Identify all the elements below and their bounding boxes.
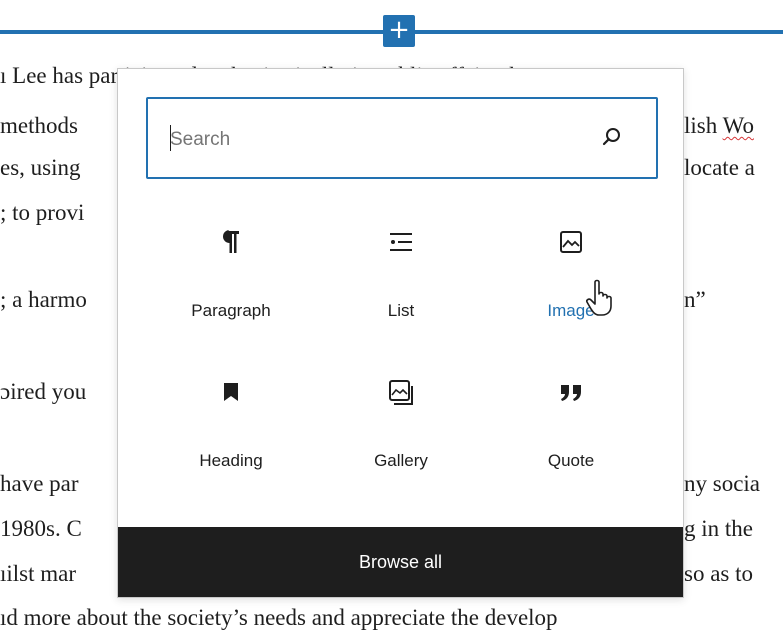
editor-text-line-right: g in the xyxy=(684,516,753,541)
block-label: Image xyxy=(547,301,595,320)
search-icon[interactable] xyxy=(600,125,624,149)
editor-text-line-right: locate a xyxy=(684,155,755,180)
quote-icon xyxy=(561,385,581,401)
block-label: Heading xyxy=(199,451,263,470)
list-icon xyxy=(390,233,412,251)
editor-text-line-right: n” xyxy=(684,287,706,312)
image-icon xyxy=(560,231,582,253)
inserter-plus-button[interactable]: + xyxy=(383,15,415,47)
editor-text-fragment: lish xyxy=(684,113,723,138)
block-list[interactable]: List xyxy=(316,219,486,339)
browse-all-button[interactable]: Browse all xyxy=(118,527,683,597)
editor-text-line-right: so as to xyxy=(684,561,753,586)
editor-text-line: ıd more about the society’s needs and ap… xyxy=(0,605,558,630)
paragraph-icon xyxy=(223,230,239,253)
gallery-icon xyxy=(389,380,413,405)
spellcheck-word: Wo xyxy=(722,113,754,138)
block-paragraph[interactable]: Paragraph xyxy=(146,219,316,339)
block-label: List xyxy=(387,301,415,320)
block-inserter-popover: Paragraph List Image Heading xyxy=(117,68,684,598)
block-gallery[interactable]: Gallery xyxy=(316,369,486,489)
block-label: Gallery xyxy=(374,451,428,470)
editor-text-line-right: ny socia xyxy=(684,471,761,496)
search-input[interactable] xyxy=(168,121,572,159)
text-caret xyxy=(170,125,171,151)
block-heading[interactable]: Heading xyxy=(146,369,316,489)
heading-icon xyxy=(224,383,238,401)
block-label: Quote xyxy=(547,451,595,470)
pointer-hand-icon xyxy=(586,279,612,316)
block-image[interactable]: Image xyxy=(486,219,656,339)
search-box xyxy=(146,97,658,179)
editor-text-line-right: lish Wo xyxy=(684,112,754,140)
block-label: Paragraph xyxy=(191,301,271,320)
block-quote[interactable]: Quote xyxy=(486,369,656,489)
